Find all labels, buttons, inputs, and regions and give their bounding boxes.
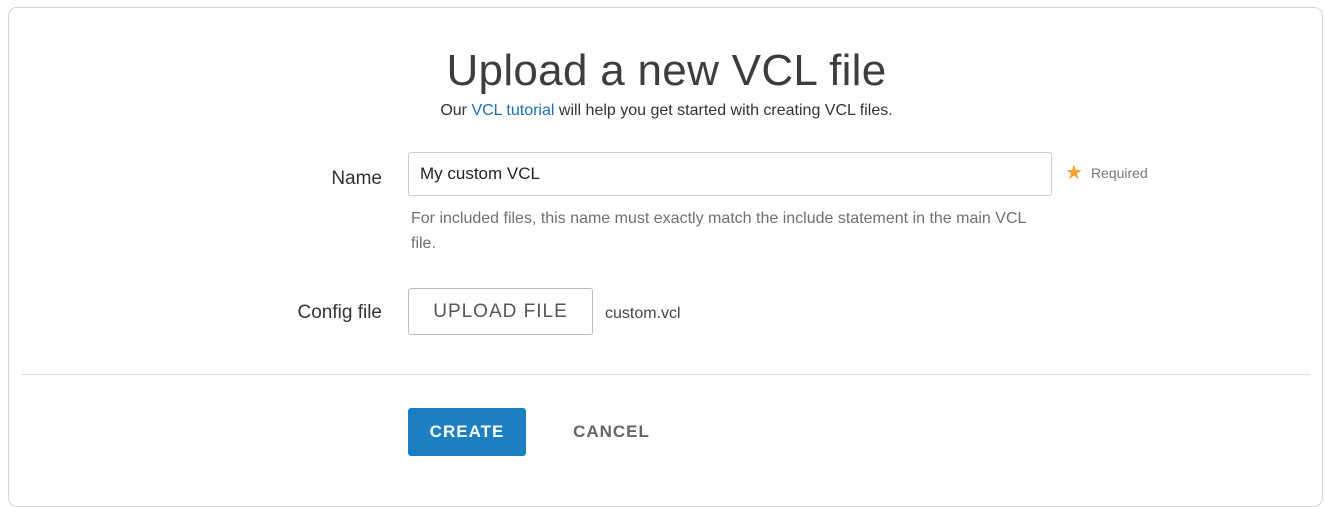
name-help-text: For included files, this name must exact… [411,210,1026,252]
required-text: Required [1090,165,1148,181]
upload-file-button[interactable]: UPLOAD FILE [408,288,593,335]
cancel-button[interactable]: CANCEL [549,408,674,456]
vcl-tutorial-link[interactable]: VCL tutorial [471,102,554,119]
subtitle-suffix: will help you get started with creating … [554,102,893,119]
upload-vcl-dialog: Upload a new VCL file Our VCL tutorial w… [8,7,1323,507]
required-indicator: ★ Required [1065,162,1148,184]
selected-filename: custom.vcl [605,305,681,322]
page-title: Upload a new VCL file [446,46,887,95]
subtitle-prefix: Our [440,102,472,119]
name-label: Name [331,168,382,189]
divider [21,374,1310,375]
page-subtitle: Our VCL tutorial will help you get start… [9,101,1324,121]
name-input[interactable] [408,152,1052,196]
star-icon: ★ [1065,162,1083,184]
config-file-label: Config file [297,302,383,323]
create-button[interactable]: CREATE [408,408,526,456]
